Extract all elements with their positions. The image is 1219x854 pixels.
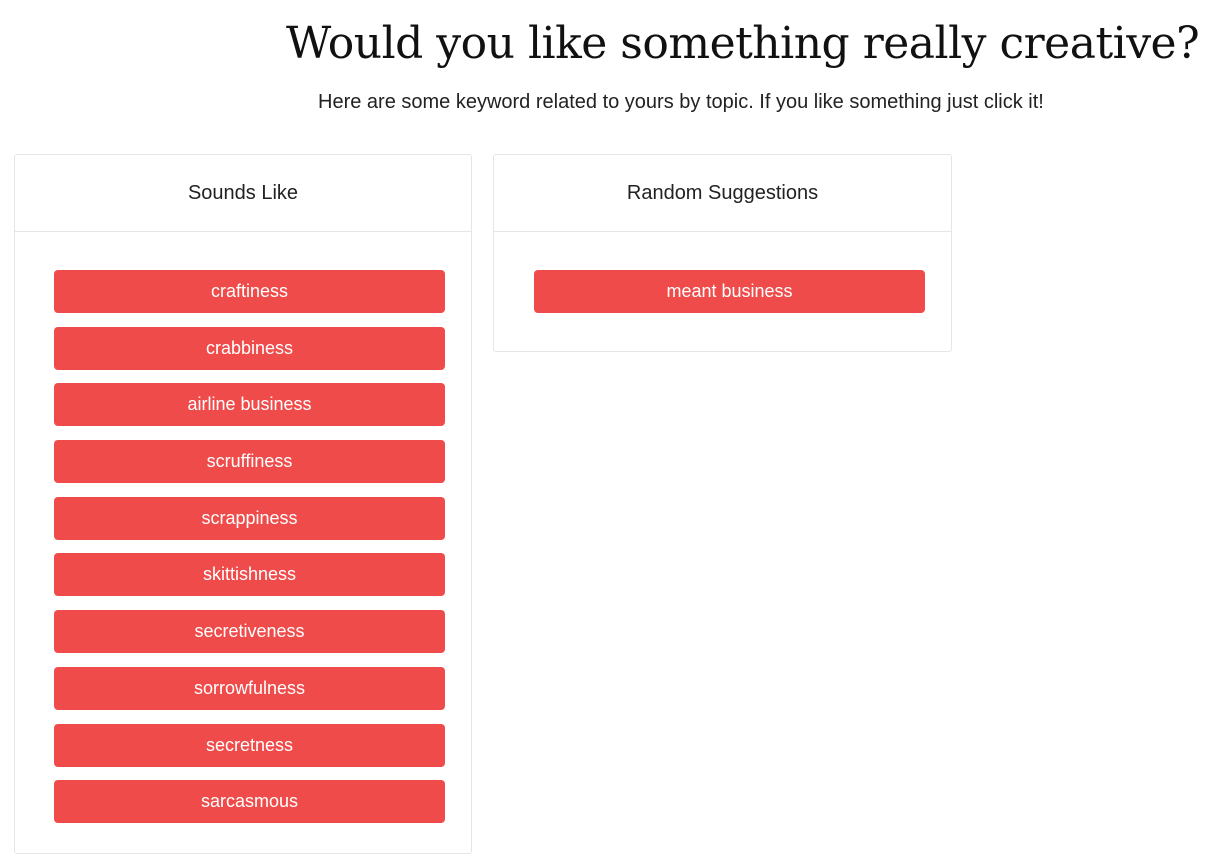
sounds-like-header: Sounds Like (15, 155, 471, 232)
random-suggestions-list: meant business (494, 232, 951, 313)
keyword-button[interactable]: sarcasmous (54, 780, 445, 824)
keyword-button[interactable]: scruffiness (54, 440, 445, 484)
keyword-button[interactable]: sorrowfulness (54, 666, 445, 710)
keyword-button[interactable]: crabbiness (54, 326, 445, 370)
page-subtitle: Here are some keyword related to yours b… (318, 91, 1044, 113)
sounds-like-card: Sounds Like craftiness crabbiness airlin… (14, 154, 472, 854)
keyword-button[interactable]: craftiness (54, 270, 445, 313)
random-suggestions-card: Random Suggestions meant business (493, 154, 952, 352)
keyword-button[interactable]: airline business (54, 383, 445, 427)
sounds-like-list: craftiness crabbiness airline business s… (15, 232, 471, 824)
keyword-button[interactable]: secretiveness (54, 610, 445, 654)
random-suggestions-header: Random Suggestions (494, 155, 951, 232)
keyword-button[interactable]: skittishness (54, 553, 445, 597)
keyword-button[interactable]: scrappiness (54, 496, 445, 540)
keyword-button[interactable]: secretness (54, 723, 445, 767)
keyword-button[interactable]: meant business (534, 270, 925, 313)
page-title: Would you like something really creative… (286, 18, 1200, 69)
